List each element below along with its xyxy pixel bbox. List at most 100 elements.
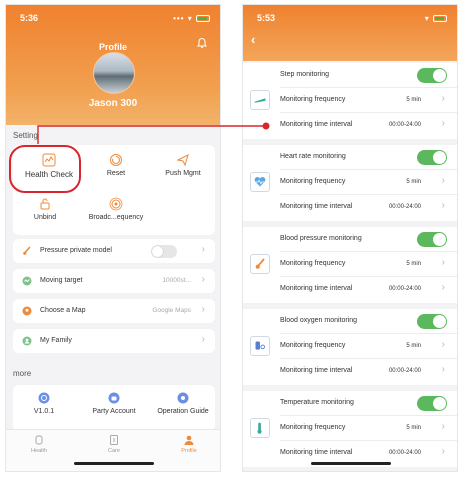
moving-target-label: Moving target bbox=[40, 277, 83, 284]
temperature-frequency-row[interactable]: Monitoring frequency 5 min › bbox=[280, 416, 457, 441]
temperature-icon bbox=[250, 418, 270, 438]
operation-guide-item[interactable]: Operation Guide bbox=[157, 391, 209, 415]
heart-rate-toggle[interactable] bbox=[417, 150, 447, 165]
step-frequency-row[interactable]: Monitoring frequency 5 min › bbox=[280, 88, 457, 113]
chevron-right-icon: › bbox=[441, 93, 445, 104]
heart-rate-frequency-row[interactable]: Monitoring frequency 5 min › bbox=[280, 170, 457, 195]
signal-wifi-battery-icons: ▾ bbox=[425, 14, 447, 23]
tab-bar: Health Care Profile bbox=[6, 429, 220, 471]
broadcast-icon bbox=[109, 197, 123, 211]
temperature-title: Temperature monitoring bbox=[280, 399, 354, 406]
back-icon[interactable]: ‹ bbox=[251, 32, 255, 47]
guide-icon bbox=[177, 392, 189, 404]
pressure-private-model-row[interactable]: Pressure private model › bbox=[13, 239, 215, 263]
status-time: 5:53 bbox=[257, 13, 276, 23]
profile-screen: 5:36 ••• ▾ Profile Jason 300 Setting Hea… bbox=[5, 4, 221, 472]
unbind-label: Unbind bbox=[33, 214, 57, 221]
chevron-right-icon: › bbox=[441, 421, 445, 432]
more-card: V1.0.1 Party Account Operation Guide bbox=[13, 385, 215, 431]
status-time: 5:36 bbox=[20, 13, 39, 23]
blood-oxygen-monitoring-card: Blood oxygen monitoring Monitoring frequ… bbox=[243, 309, 457, 385]
step-monitoring-title-row: Step monitoring bbox=[280, 63, 457, 88]
care-icon bbox=[110, 435, 118, 445]
profile-icon bbox=[184, 435, 194, 445]
heart-rate-interval-row[interactable]: Monitoring time interval 00:00-24:00 › bbox=[280, 195, 457, 220]
tab-health-label: Health bbox=[31, 448, 47, 454]
tab-care[interactable]: Care bbox=[89, 434, 139, 454]
moving-target-row[interactable]: Moving target 10000st... › bbox=[13, 269, 215, 293]
party-account-label: Party Account bbox=[92, 408, 136, 415]
thermometer-icon bbox=[23, 246, 31, 255]
blood-pressure-title-row: Blood pressure monitoring bbox=[280, 227, 457, 252]
version-item[interactable]: V1.0.1 bbox=[19, 391, 69, 415]
tab-profile-label: Profile bbox=[181, 448, 197, 454]
blood-oxygen-icon bbox=[250, 336, 270, 356]
moving-target-value: 10000st... bbox=[162, 277, 191, 284]
temperature-title-row: Temperature monitoring bbox=[280, 391, 457, 416]
my-family-row[interactable]: My Family › bbox=[13, 329, 215, 353]
step-interval-label: Monitoring time interval bbox=[280, 121, 353, 128]
my-family-label: My Family bbox=[40, 337, 72, 344]
info-icon bbox=[38, 392, 50, 404]
blood-oxygen-frequency-row[interactable]: Monitoring frequency 5 min › bbox=[280, 334, 457, 359]
temperature-toggle[interactable] bbox=[417, 396, 447, 411]
account-icon bbox=[108, 392, 120, 404]
blood-pressure-interval-value: 00:00-24:00 bbox=[388, 286, 421, 292]
temperature-frequency-value: 5 min bbox=[406, 425, 421, 431]
party-account-item[interactable]: Party Account bbox=[89, 391, 139, 415]
health-check-highlight bbox=[9, 145, 81, 193]
blood-pressure-toggle[interactable] bbox=[417, 232, 447, 247]
chevron-right-icon: › bbox=[201, 274, 205, 285]
chevron-right-icon: › bbox=[441, 446, 445, 457]
settings-section-label: Setting bbox=[13, 131, 38, 140]
step-monitoring-toggle[interactable] bbox=[417, 68, 447, 83]
blood-oxygen-toggle[interactable] bbox=[417, 314, 447, 329]
target-icon bbox=[22, 276, 32, 286]
step-monitoring-title: Step monitoring bbox=[280, 71, 330, 78]
status-bar: 5:53 ▾ bbox=[257, 13, 447, 25]
bell-icon[interactable] bbox=[196, 37, 208, 49]
step-interval-row[interactable]: Monitoring time interval 00:00-24:00 › bbox=[280, 113, 457, 138]
broadcast-frequency-button[interactable]: Broadc...equency bbox=[79, 197, 153, 221]
profile-header: 5:36 ••• ▾ Profile Jason 300 bbox=[6, 5, 220, 125]
unbind-button[interactable]: Unbind bbox=[25, 197, 65, 221]
push-mgmt-button[interactable]: Push Mgmt bbox=[153, 153, 213, 177]
blood-oxygen-interval-label: Monitoring time interval bbox=[280, 367, 353, 374]
choose-map-row[interactable]: Choose a Map Google Maps › bbox=[13, 299, 215, 323]
blood-pressure-icon bbox=[250, 254, 270, 274]
blood-pressure-title: Blood pressure monitoring bbox=[280, 235, 362, 242]
blood-pressure-frequency-row[interactable]: Monitoring frequency 5 min › bbox=[280, 252, 457, 277]
blood-pressure-frequency-value: 5 min bbox=[406, 261, 421, 267]
blood-oxygen-title: Blood oxygen monitoring bbox=[280, 317, 358, 324]
heart-rate-icon bbox=[250, 172, 270, 192]
chevron-right-icon: › bbox=[441, 282, 445, 293]
choose-map-value: Google Maps bbox=[152, 307, 191, 314]
family-icon bbox=[22, 336, 32, 346]
heart-rate-frequency-label: Monitoring frequency bbox=[280, 178, 346, 185]
username: Jason 300 bbox=[88, 98, 138, 109]
tab-profile[interactable]: Profile bbox=[164, 434, 214, 454]
page-title: Profile bbox=[98, 42, 127, 52]
heart-rate-interval-value: 00:00-24:00 bbox=[388, 204, 421, 210]
blood-oxygen-frequency-value: 5 min bbox=[406, 343, 421, 349]
status-bar: 5:36 ••• ▾ bbox=[20, 13, 210, 25]
chevron-right-icon: › bbox=[201, 304, 205, 315]
avatar[interactable] bbox=[93, 52, 135, 94]
pressure-private-model-toggle[interactable] bbox=[151, 245, 177, 258]
step-monitoring-card: Step monitoring Monitoring frequency 5 m… bbox=[243, 63, 457, 139]
unlock-icon bbox=[40, 198, 50, 210]
reset-label: Reset bbox=[106, 170, 126, 177]
tab-care-label: Care bbox=[108, 448, 120, 454]
signal-wifi-battery-icons: ••• ▾ bbox=[173, 14, 210, 23]
version-label: V1.0.1 bbox=[33, 408, 55, 415]
chevron-right-icon: › bbox=[201, 244, 205, 255]
home-indicator bbox=[74, 462, 154, 465]
heart-rate-monitoring-card: Heart rate monitoring Monitoring frequen… bbox=[243, 145, 457, 221]
blood-oxygen-interval-row[interactable]: Monitoring time interval 00:00-24:00 › bbox=[280, 359, 457, 384]
temperature-interval-value: 00:00-24:00 bbox=[388, 450, 421, 456]
blood-oxygen-interval-value: 00:00-24:00 bbox=[388, 368, 421, 374]
battery-icon bbox=[196, 15, 210, 23]
blood-pressure-interval-row[interactable]: Monitoring time interval 00:00-24:00 › bbox=[280, 277, 457, 302]
reset-button[interactable]: Reset bbox=[91, 153, 141, 177]
tab-health[interactable]: Health bbox=[14, 434, 64, 454]
